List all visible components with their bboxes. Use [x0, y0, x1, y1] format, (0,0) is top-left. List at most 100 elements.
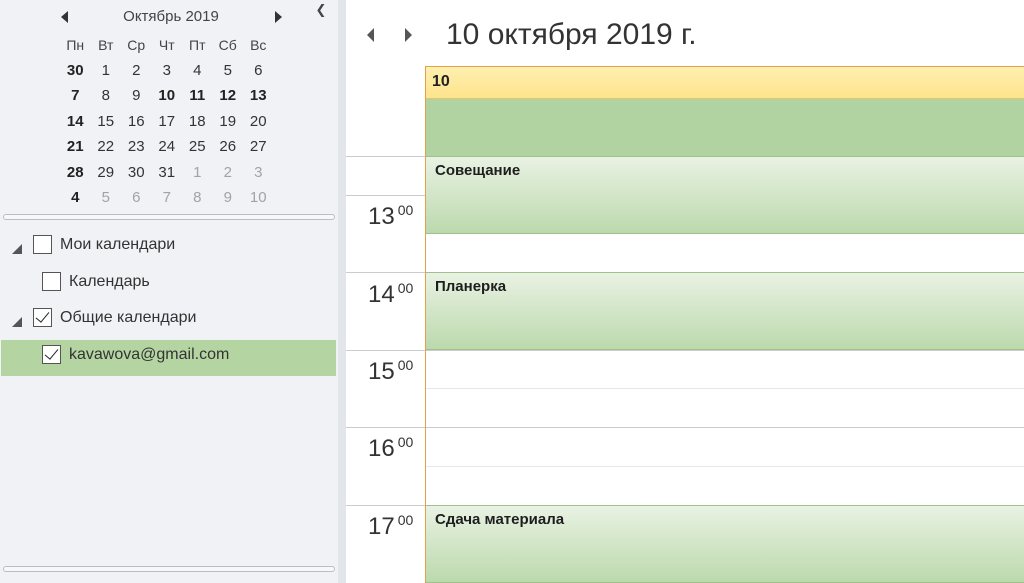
calendar-checkbox[interactable] [42, 271, 61, 291]
hour-gridline [346, 195, 425, 196]
day-cell[interactable]: 30 [60, 62, 91, 79]
shared-account-checkbox[interactable] [42, 344, 61, 364]
day-cell[interactable]: 28 [60, 164, 91, 181]
my-calendars-checkbox[interactable] [33, 235, 52, 254]
day-number: 10 [432, 73, 450, 90]
tree-group-label: Общие календари [60, 309, 197, 326]
day-cell[interactable]: 31 [152, 164, 183, 181]
minutes-value: 00 [397, 357, 414, 373]
weekday-label: Ср [127, 36, 146, 53]
minutes-value: 00 [397, 202, 414, 218]
tree-item-calendar[interactable]: Календарь [0, 267, 338, 304]
tree-item-label: Календарь [69, 272, 150, 290]
previous-month-arrow-icon[interactable] [60, 11, 70, 23]
hour-label: 17 00 [368, 512, 424, 541]
hour-gridline [346, 427, 1024, 428]
day-cell[interactable]: 3 [152, 62, 183, 79]
day-cell[interactable]: 21 [60, 138, 91, 155]
day-cell[interactable]: 7 [152, 189, 183, 206]
day-view: 10 октября 2019 г. 10 13 00 14 00 15 00 16 0… [346, 0, 1024, 583]
day-cell[interactable]: 3 [243, 164, 274, 181]
shared-calendars-checkbox[interactable] [33, 308, 52, 327]
day-cell[interactable]: 30 [121, 164, 152, 181]
day-cell[interactable]: 26 [213, 138, 244, 155]
calendar-event[interactable]: Совещание [426, 156, 1024, 234]
tree-item-shared-account[interactable]: kavawova@gmail.com [1, 339, 336, 376]
day-cell[interactable]: 15 [91, 113, 122, 130]
date-navigator-header: Октябрь 2019 [57, 7, 285, 27]
day-cell[interactable]: 24 [152, 138, 183, 155]
day-cell[interactable]: 1 [91, 62, 122, 79]
week-row: 21 22 23 24 25 26 27 [60, 134, 280, 160]
minutes-value: 00 [397, 512, 414, 528]
day-cell[interactable]: 10 [243, 189, 274, 206]
month-title: Октябрь 2019 [123, 8, 219, 25]
day-cell[interactable]: 4 [60, 189, 91, 206]
day-cell[interactable]: 19 [213, 113, 244, 130]
all-day-events-area[interactable] [426, 99, 1024, 156]
hour-label: 14 00 [368, 280, 424, 309]
weekday-label: Сб [218, 36, 237, 53]
expand-triangle-icon[interactable] [12, 317, 22, 327]
day-cell[interactable]: 18 [182, 113, 213, 130]
day-cell[interactable]: 27 [243, 138, 274, 155]
next-day-arrow-icon[interactable] [403, 28, 415, 42]
next-month-arrow-icon[interactable] [273, 11, 283, 23]
pane-splitter[interactable] [338, 0, 346, 583]
date-navigator-splitter[interactable] [3, 214, 335, 220]
hour-value: 15 [368, 358, 395, 385]
day-cell[interactable]: 29 [91, 164, 122, 181]
day-cell[interactable]: 7 [60, 87, 91, 104]
tree-group-my-calendars[interactable]: Мои календари [0, 230, 338, 267]
day-cell[interactable]: 4 [182, 62, 213, 79]
day-cell[interactable]: 22 [91, 138, 122, 155]
day-cell[interactable]: 17 [152, 113, 183, 130]
day-cell[interactable]: 9 [121, 87, 152, 104]
half-hour-gridline [426, 466, 1024, 467]
calendar-event[interactable]: Сдача материала [426, 505, 1024, 583]
calendar-folder-tree: Мои календари Календарь Общие календари … [0, 230, 338, 376]
month-grid: Пн Вт Ср Чт Пт Сб Вс 30 1 2 3 4 5 6 7 8 … [60, 32, 280, 211]
day-cell[interactable]: 16 [121, 113, 152, 130]
event-title: Сдача материала [435, 511, 565, 528]
day-cell[interactable]: 8 [182, 189, 213, 206]
hour-value: 14 [368, 281, 395, 308]
week-row: 14 15 16 17 18 19 20 [60, 109, 280, 135]
day-cell[interactable]: 9 [213, 189, 244, 206]
day-cell[interactable]: 1 [182, 164, 213, 181]
collapse-pane-chevron-icon[interactable]: ❮ [314, 3, 328, 17]
selected-day-number: 10 [158, 87, 176, 105]
day-cell[interactable]: 8 [91, 87, 122, 104]
day-cell[interactable]: 20 [243, 113, 274, 130]
day-cell[interactable]: 6 [121, 189, 152, 206]
week-row: 4 5 6 7 8 9 10 [60, 185, 280, 211]
day-cell[interactable]: 11 [182, 87, 213, 104]
previous-day-arrow-icon[interactable] [365, 28, 377, 42]
tree-group-shared-calendars[interactable]: Общие календари [0, 303, 338, 340]
hour-gridline [346, 350, 1024, 351]
event-title: Совещание [435, 162, 521, 179]
calendar-event[interactable]: Планерка [426, 272, 1024, 350]
weekday-label: Вс [250, 36, 267, 53]
folder-pane-splitter[interactable] [3, 566, 335, 572]
selected-day-cell[interactable]: 10 [152, 84, 183, 109]
day-cell[interactable]: 13 [243, 87, 274, 104]
day-cell[interactable]: 2 [121, 62, 152, 79]
day-cell[interactable]: 5 [91, 189, 122, 206]
day-cell[interactable]: 25 [182, 138, 213, 155]
day-cell[interactable]: 2 [213, 164, 244, 181]
day-cell[interactable]: 23 [121, 138, 152, 155]
day-cell[interactable]: 6 [243, 62, 274, 79]
day-cell[interactable]: 14 [60, 113, 91, 130]
day-cell[interactable]: 12 [213, 87, 244, 104]
hour-value: 16 [368, 435, 395, 462]
day-cell[interactable]: 5 [213, 62, 244, 79]
weekday-header-row: Пн Вт Ср Чт Пт Сб Вс [60, 32, 280, 58]
tree-group-label: Мои календари [60, 236, 176, 253]
day-column-header[interactable]: 10 [426, 66, 1024, 99]
expand-triangle-icon[interactable] [12, 244, 22, 254]
navigation-pane: ❮ Октябрь 2019 Пн Вт Ср Чт Пт Сб Вс 30 1… [0, 0, 338, 583]
hour-label: 15 00 [368, 357, 424, 386]
hour-value: 17 [368, 513, 395, 540]
week-row: 28 29 30 31 1 2 3 [60, 160, 280, 186]
